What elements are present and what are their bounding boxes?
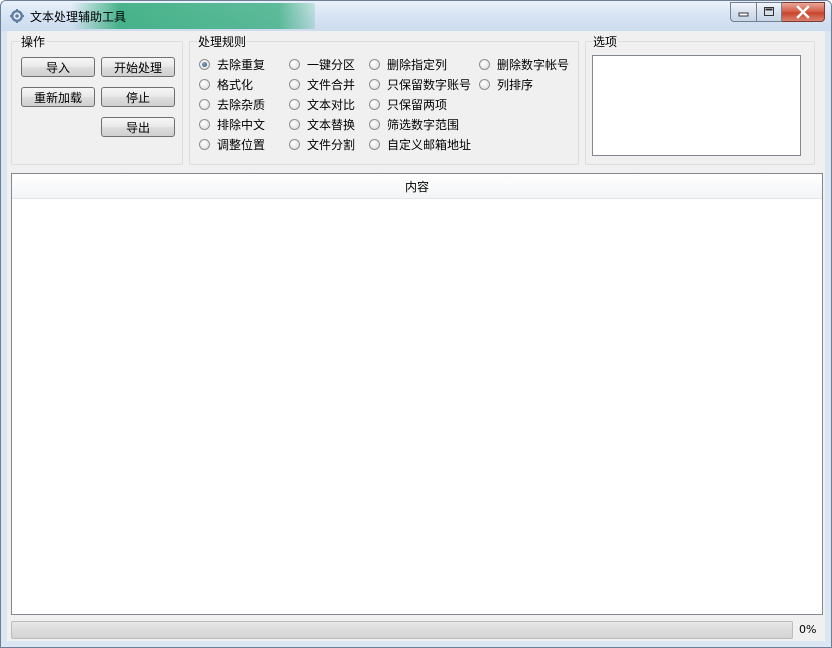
rule-compare-text[interactable]: 文本对比 (289, 96, 355, 112)
rule-label: 自定义邮箱地址 (387, 137, 472, 152)
minimize-icon (731, 10, 756, 24)
close-icon (782, 5, 824, 24)
rule-label: 文件合并 (307, 77, 356, 92)
reload-button[interactable]: 重新加载 (21, 87, 95, 107)
rule-delete-numeric-accounts[interactable]: 删除数字帐号 (479, 56, 569, 72)
radio-button[interactable] (289, 58, 300, 70)
radio-button[interactable] (369, 138, 380, 150)
rule-label: 去除重复 (217, 57, 266, 72)
radio-button[interactable] (199, 98, 210, 110)
content-panel[interactable]: 内容 (11, 173, 823, 615)
radio-button[interactable] (369, 98, 380, 110)
options-list[interactable] (592, 55, 801, 156)
import-button[interactable]: 导入 (21, 57, 95, 77)
radio-button[interactable] (369, 118, 380, 130)
rule-format[interactable]: 格式化 (199, 76, 253, 92)
rule-delete-column[interactable]: 删除指定列 (369, 56, 447, 72)
rule-label: 筛选数字范围 (387, 117, 460, 132)
operations-group-title: 操作 (20, 33, 47, 50)
minimize-button[interactable] (730, 2, 757, 22)
rule-replace-text[interactable]: 文本替换 (289, 116, 355, 132)
content-header-label: 内容 (404, 179, 429, 194)
progress-bar (11, 621, 793, 639)
rule-label: 一键分区 (307, 57, 356, 72)
rule-label: 删除指定列 (387, 57, 448, 72)
rule-keep-two-items[interactable]: 只保留两项 (369, 96, 447, 112)
caption-buttons (730, 2, 825, 22)
title-bar[interactable]: 文本处理辅助工具 (1, 1, 831, 31)
close-button[interactable] (782, 2, 825, 22)
rule-adjust-position[interactable]: 调整位置 (199, 136, 265, 152)
radio-button[interactable] (199, 118, 210, 130)
rule-label: 排除中文 (217, 117, 266, 132)
rule-label: 文件分割 (307, 137, 356, 152)
rule-exclude-chinese[interactable]: 排除中文 (199, 116, 265, 132)
window-title: 文本处理辅助工具 (30, 10, 127, 24)
radio-button[interactable] (369, 78, 380, 90)
main-window: 文本处理辅助工具 操作 导入 开始处理 重新加载 停止 导出 处理规则 去除重复… (0, 0, 832, 648)
rule-label: 文本对比 (307, 97, 356, 112)
gear-icon (10, 9, 24, 23)
rule-label: 格式化 (217, 77, 254, 92)
rule-one-click-partition[interactable]: 一键分区 (289, 56, 355, 72)
radio-button[interactable] (289, 118, 300, 130)
rule-label: 列排序 (497, 77, 534, 92)
stop-button[interactable]: 停止 (101, 87, 175, 107)
content-column-header[interactable]: 内容 (12, 174, 822, 199)
radio-button[interactable] (369, 58, 380, 70)
progress-percent: 0% (799, 623, 817, 636)
radio-button[interactable] (199, 138, 210, 150)
rule-remove-duplicates[interactable]: 去除重复 (199, 56, 265, 72)
radio-button[interactable] (479, 58, 490, 70)
radio-button[interactable] (199, 78, 210, 90)
maximize-icon (757, 7, 781, 24)
rules-group-title: 处理规则 (197, 33, 248, 50)
rule-remove-impurities[interactable]: 去除杂质 (199, 96, 265, 112)
radio-button[interactable] (289, 138, 300, 150)
options-group-title: 选项 (592, 33, 619, 50)
rule-sort-columns[interactable]: 列排序 (479, 76, 533, 92)
rule-custom-email[interactable]: 自定义邮箱地址 (369, 136, 471, 152)
radio-button[interactable] (289, 78, 300, 90)
radio-button[interactable] (479, 78, 490, 90)
rule-label: 只保留数字账号 (387, 77, 472, 92)
rules-group: 处理规则 去除重复 格式化 去除杂质 排除中文 调整位置 一键分区 文件合并 文… (189, 33, 581, 165)
rule-filter-number-range[interactable]: 筛选数字范围 (369, 116, 459, 132)
start-processing-button[interactable]: 开始处理 (101, 57, 175, 77)
options-group: 选项 (585, 33, 821, 165)
export-button[interactable]: 导出 (101, 117, 175, 137)
operations-group: 操作 导入 开始处理 重新加载 停止 导出 (11, 33, 183, 165)
rule-split-file[interactable]: 文件分割 (289, 136, 355, 152)
rule-label: 只保留两项 (387, 97, 448, 112)
rule-label: 去除杂质 (217, 97, 266, 112)
rule-label: 调整位置 (217, 137, 266, 152)
rule-keep-numeric-accounts[interactable]: 只保留数字账号 (369, 76, 471, 92)
rule-merge-files[interactable]: 文件合并 (289, 76, 355, 92)
radio-button[interactable] (289, 98, 300, 110)
client-area: 操作 导入 开始处理 重新加载 停止 导出 处理规则 去除重复 格式化 去除杂质 (7, 31, 825, 641)
rule-label: 删除数字帐号 (497, 57, 570, 72)
rule-label: 文本替换 (307, 117, 356, 132)
radio-button-selected[interactable] (199, 58, 210, 70)
maximize-button[interactable] (757, 2, 782, 22)
